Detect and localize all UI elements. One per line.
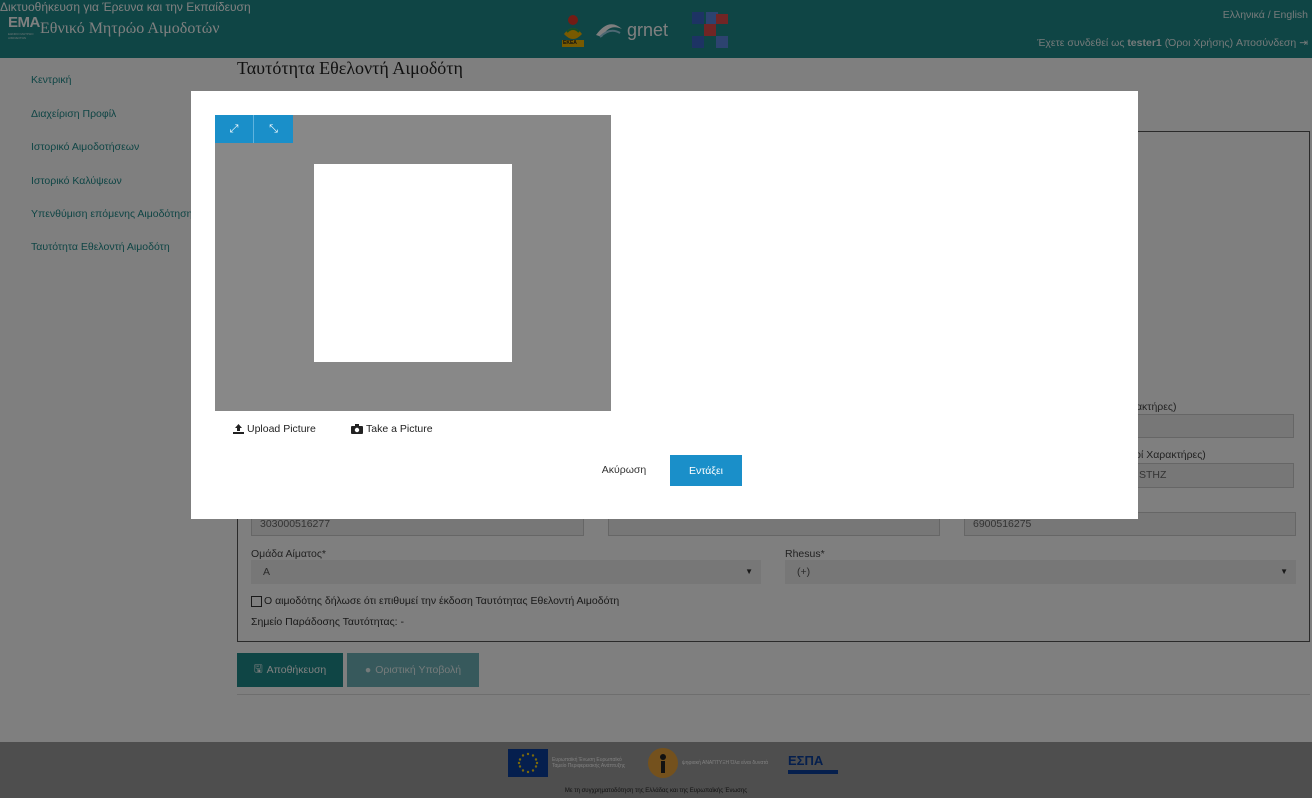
- ok-button[interactable]: Εντάξει: [670, 455, 742, 486]
- take-picture-label: Take a Picture: [366, 423, 433, 435]
- shrink-icon: ⤡: [269, 122, 278, 135]
- expand-button[interactable]: ⤢: [215, 115, 254, 143]
- crop-frame[interactable]: [314, 164, 512, 362]
- upload-icon: [233, 424, 244, 434]
- cancel-button[interactable]: Ακύρωση: [596, 455, 652, 485]
- expand-icon: ⤢: [229, 122, 239, 135]
- image-cropper[interactable]: ⤢ ⤡: [215, 115, 611, 411]
- upload-picture-label: Upload Picture: [247, 423, 316, 435]
- photo-upload-modal: ⤢ ⤡ Upload Picture Take a Picture Ακύρωσ…: [191, 91, 1138, 519]
- cropper-toolbar: ⤢ ⤡: [215, 115, 293, 143]
- shrink-button[interactable]: ⤡: [254, 115, 293, 143]
- upload-picture-link[interactable]: Upload Picture: [233, 423, 316, 435]
- camera-icon: [351, 424, 363, 434]
- take-picture-link[interactable]: Take a Picture: [351, 423, 433, 435]
